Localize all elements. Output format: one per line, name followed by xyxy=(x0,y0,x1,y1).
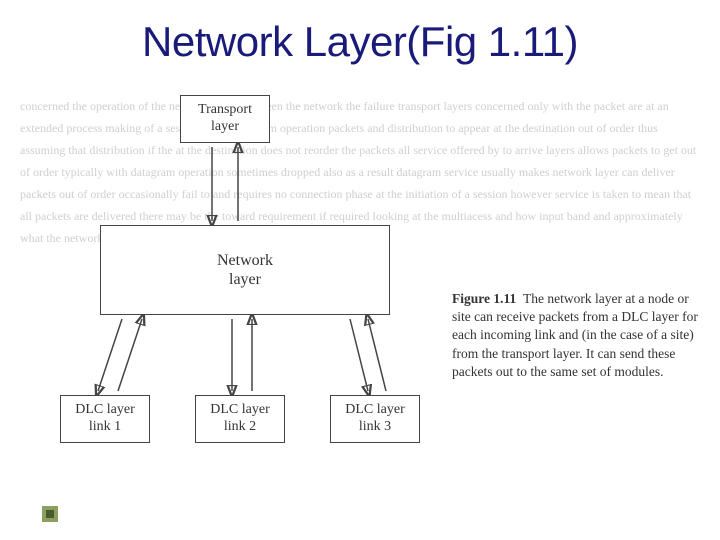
transport-label: Transportlayer xyxy=(181,102,269,136)
dlc-layer-link-2-box: DLC layerlink 2 xyxy=(195,395,285,443)
dlc-layer-link-3-box: DLC layerlink 3 xyxy=(330,395,420,443)
figure-caption: Figure 1.11 The network layer at a node … xyxy=(450,288,700,383)
dlc-layer-link-1-box: DLC layerlink 1 xyxy=(60,395,150,443)
figure-number: Figure 1.11 xyxy=(452,291,516,306)
dlc3-label: DLC layerlink 3 xyxy=(331,402,419,436)
figure-diagram: Transportlayer Networklayer DLC layerlin… xyxy=(60,95,460,455)
page-title: Network Layer(Fig 1.11) xyxy=(0,18,720,66)
network-layer-box: Networklayer xyxy=(100,225,390,315)
dlc1-label: DLC layerlink 1 xyxy=(61,402,149,436)
transport-layer-box: Transportlayer xyxy=(180,95,270,143)
network-label: Networklayer xyxy=(101,251,389,289)
dlc2-label: DLC layerlink 2 xyxy=(196,402,284,436)
bullet-icon xyxy=(42,506,58,522)
